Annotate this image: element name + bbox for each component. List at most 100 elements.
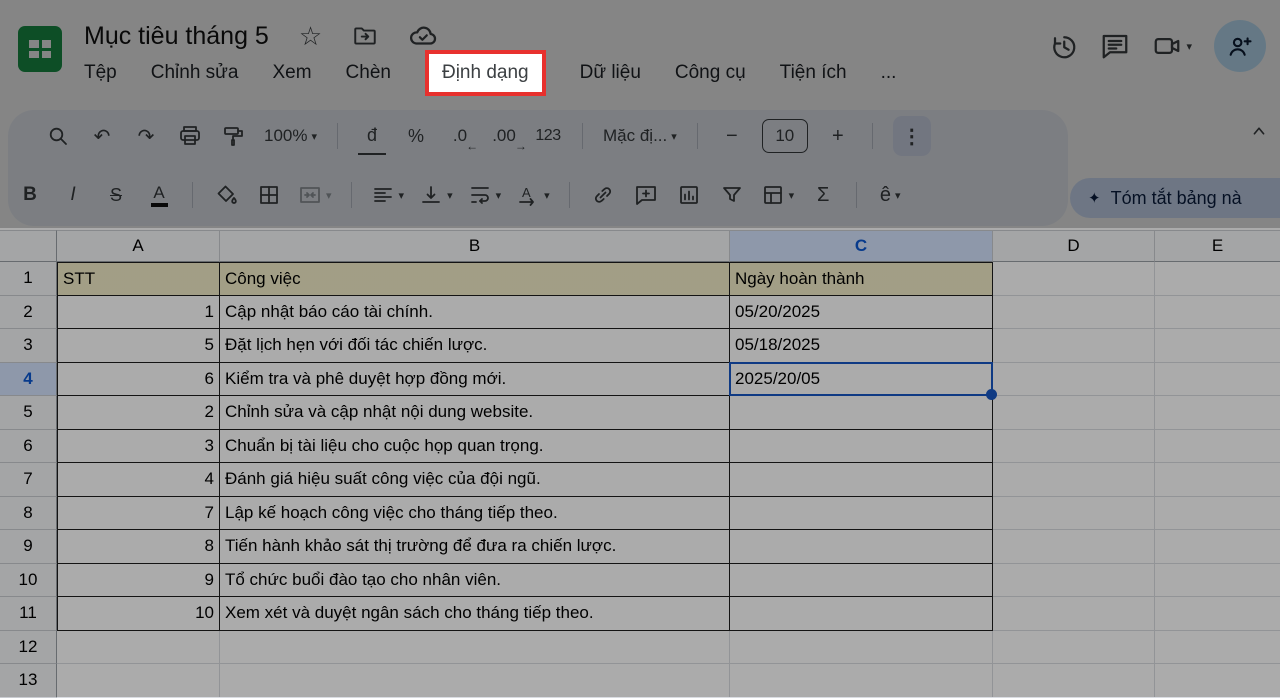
cell-E2[interactable] xyxy=(1155,296,1280,330)
cell-D7[interactable] xyxy=(993,463,1155,497)
cell-B7[interactable]: Đánh giá hiệu suất công việc của đội ngũ… xyxy=(220,463,730,497)
insert-chart-icon[interactable] xyxy=(675,177,703,213)
comments-icon[interactable] xyxy=(1100,31,1130,61)
cell-E10[interactable] xyxy=(1155,564,1280,598)
number-format-select[interactable]: Mặc đị...▾ xyxy=(603,118,677,154)
menu-overflow[interactable]: ... xyxy=(881,62,897,84)
row-header-4[interactable]: 4 xyxy=(0,363,57,397)
create-filter-icon[interactable] xyxy=(718,177,746,213)
cell-B2[interactable]: Cập nhật báo cáo tài chính. xyxy=(220,296,730,330)
insert-link-icon[interactable] xyxy=(589,177,617,213)
decrease-font-size-button[interactable]: − xyxy=(718,118,746,154)
column-header-A[interactable]: A xyxy=(57,230,220,262)
menu-format-highlighted[interactable]: Định dạng xyxy=(425,50,546,96)
merge-cells-button[interactable]: ▾ xyxy=(298,177,332,213)
font-size-input[interactable]: 10 xyxy=(762,119,808,153)
cell-C10[interactable] xyxy=(730,564,993,598)
undo-icon[interactable]: ↶ xyxy=(88,118,116,154)
star-icon[interactable]: ☆ xyxy=(299,23,322,49)
horizontal-align-button[interactable]: ▾ xyxy=(371,177,405,213)
cell-C11[interactable] xyxy=(730,597,993,631)
cell-A10[interactable]: 9 xyxy=(57,564,220,598)
row-header-7[interactable]: 7 xyxy=(0,463,57,497)
cell-C5[interactable] xyxy=(730,396,993,430)
cell-E11[interactable] xyxy=(1155,597,1280,631)
row-header-3[interactable]: 3 xyxy=(0,329,57,363)
percent-format-button[interactable]: % xyxy=(402,118,430,154)
menu-tools[interactable]: Công cụ xyxy=(675,62,746,84)
toolbar-more-button[interactable]: ⋮ xyxy=(893,116,931,156)
row-header-2[interactable]: 2 xyxy=(0,296,57,330)
functions-sigma-button[interactable]: Σ xyxy=(809,177,837,213)
cell-D4[interactable] xyxy=(993,363,1155,397)
cell-E13[interactable] xyxy=(1155,664,1280,698)
redo-icon[interactable]: ↷ xyxy=(132,118,160,154)
input-tools-button[interactable]: ê▾ xyxy=(876,177,904,213)
cell-C8[interactable] xyxy=(730,497,993,531)
cell-E8[interactable] xyxy=(1155,497,1280,531)
cell-C6[interactable] xyxy=(730,430,993,464)
cell-D5[interactable] xyxy=(993,396,1155,430)
cell-A13[interactable] xyxy=(57,664,220,698)
cell-D12[interactable] xyxy=(993,631,1155,665)
menu-extensions[interactable]: Tiện ích xyxy=(780,62,847,84)
cell-A1[interactable]: STT xyxy=(57,262,220,296)
paint-format-icon[interactable] xyxy=(220,118,248,154)
cell-B9[interactable]: Tiến hành khảo sát thị trường để đưa ra … xyxy=(220,530,730,564)
menu-edit[interactable]: Chỉnh sửa xyxy=(151,62,239,84)
cell-B11[interactable]: Xem xét và duyệt ngân sách cho tháng tiế… xyxy=(220,597,730,631)
menu-file[interactable]: Tệp xyxy=(84,62,117,84)
row-header-9[interactable]: 9 xyxy=(0,530,57,564)
strikethrough-button[interactable]: S xyxy=(102,177,130,213)
cell-E1[interactable] xyxy=(1155,262,1280,296)
meet-video-icon[interactable]: ▾ xyxy=(1152,31,1192,61)
menu-data[interactable]: Dữ liệu xyxy=(580,62,641,84)
ai-summarize-button[interactable]: ✦ Tóm tắt bảng nà xyxy=(1070,178,1280,218)
cell-A2[interactable]: 1 xyxy=(57,296,220,330)
text-wrap-button[interactable]: ▾ xyxy=(468,177,502,213)
cell-A5[interactable]: 2 xyxy=(57,396,220,430)
move-folder-icon[interactable] xyxy=(352,23,378,49)
cell-D3[interactable] xyxy=(993,329,1155,363)
menu-view[interactable]: Xem xyxy=(272,62,311,84)
cell-D6[interactable] xyxy=(993,430,1155,464)
cell-C7[interactable] xyxy=(730,463,993,497)
cell-E6[interactable] xyxy=(1155,430,1280,464)
cell-B12[interactable] xyxy=(220,631,730,665)
fill-handle[interactable] xyxy=(986,389,997,400)
cell-B10[interactable]: Tổ chức buổi đào tạo cho nhân viên. xyxy=(220,564,730,598)
cell-A7[interactable]: 4 xyxy=(57,463,220,497)
search-icon[interactable] xyxy=(44,118,72,154)
row-header-12[interactable]: 12 xyxy=(0,631,57,665)
row-header-5[interactable]: 5 xyxy=(0,396,57,430)
cell-A6[interactable]: 3 xyxy=(57,430,220,464)
text-color-button[interactable]: A xyxy=(145,177,173,213)
cell-A3[interactable]: 5 xyxy=(57,329,220,363)
currency-format-button[interactable]: đ xyxy=(358,117,386,155)
cell-E5[interactable] xyxy=(1155,396,1280,430)
decrease-decimal-button[interactable]: .0← xyxy=(446,118,474,154)
cell-B13[interactable] xyxy=(220,664,730,698)
text-rotation-button[interactable]: A ▾ xyxy=(516,177,550,213)
cloud-saved-icon[interactable] xyxy=(408,21,438,51)
cell-D2[interactable] xyxy=(993,296,1155,330)
row-header-8[interactable]: 8 xyxy=(0,497,57,531)
cell-D8[interactable] xyxy=(993,497,1155,531)
cell-A4[interactable]: 6 xyxy=(57,363,220,397)
cell-B3[interactable]: Đặt lịch hẹn với đối tác chiến lược. xyxy=(220,329,730,363)
cell-E4[interactable] xyxy=(1155,363,1280,397)
print-icon[interactable] xyxy=(176,118,204,154)
document-title[interactable]: Mục tiêu tháng 5 xyxy=(84,22,269,51)
cell-B4[interactable]: Kiểm tra và phê duyệt hợp đồng mới. xyxy=(220,363,730,397)
row-header-6[interactable]: 6 xyxy=(0,430,57,464)
cell-E12[interactable] xyxy=(1155,631,1280,665)
cell-B1[interactable]: Công việc xyxy=(220,262,730,296)
cell-B8[interactable]: Lập kế hoạch công việc cho tháng tiếp th… xyxy=(220,497,730,531)
cell-C12[interactable] xyxy=(730,631,993,665)
column-header-C[interactable]: C xyxy=(730,230,993,262)
column-header-B[interactable]: B xyxy=(220,230,730,262)
cell-A12[interactable] xyxy=(57,631,220,665)
cell-D13[interactable] xyxy=(993,664,1155,698)
cell-E7[interactable] xyxy=(1155,463,1280,497)
version-history-icon[interactable] xyxy=(1048,31,1078,61)
